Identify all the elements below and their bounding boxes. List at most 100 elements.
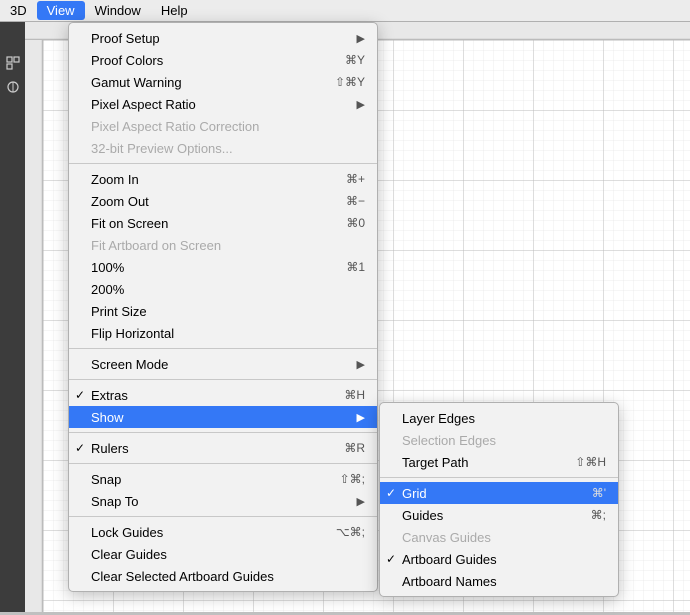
fit-artboard-label: Fit Artboard on Screen [91, 238, 221, 253]
menu-item-gamut-warning[interactable]: Gamut Warning ⇧⌘Y [69, 71, 377, 93]
proof-colors-shortcut: ⌘Y [345, 53, 365, 67]
200pct-label: 200% [91, 282, 124, 297]
menu-item-100pct[interactable]: 100% ⌘1 [69, 256, 377, 278]
menu-item-extras[interactable]: ✓ Extras ⌘H [69, 384, 377, 406]
menu-item-screen-mode[interactable]: Screen Mode ▶ [69, 353, 377, 375]
menu-item-clear-selected-artboard-guides[interactable]: Clear Selected Artboard Guides [69, 565, 377, 587]
gamut-warning-shortcut: ⇧⌘Y [335, 75, 365, 89]
menu-item-flip-horizontal[interactable]: Flip Horizontal [69, 322, 377, 344]
menu-item-snap[interactable]: Snap ⇧⌘; [69, 468, 377, 490]
menu-item-proof-colors[interactable]: Proof Colors ⌘Y [69, 49, 377, 71]
submenu-item-guides[interactable]: Guides ⌘; [380, 504, 618, 526]
menu-item-200pct[interactable]: 200% [69, 278, 377, 300]
rulers-shortcut: ⌘R [344, 441, 365, 455]
clear-selected-label: Clear Selected Artboard Guides [91, 569, 274, 584]
toolbar-icon-2 [2, 76, 24, 98]
fit-on-screen-shortcut: ⌘0 [346, 216, 365, 230]
menu-item-show[interactable]: Show ▶ [69, 406, 377, 428]
menu-item-clear-guides[interactable]: Clear Guides [69, 543, 377, 565]
toolbar [0, 22, 25, 612]
menu-item-zoom-out[interactable]: Zoom Out ⌘− [69, 190, 377, 212]
submenu-item-artboard-guides[interactable]: ✓ Artboard Guides [380, 548, 618, 570]
screen-mode-label: Screen Mode [91, 357, 168, 372]
separator-4 [69, 432, 377, 433]
clear-guides-label: Clear Guides [91, 547, 167, 562]
snap-to-label: Snap To [91, 494, 138, 509]
gamut-warning-label: Gamut Warning [91, 75, 182, 90]
flip-horizontal-label: Flip Horizontal [91, 326, 174, 341]
separator-2 [69, 348, 377, 349]
menu-item-pixel-aspect-ratio[interactable]: Pixel Aspect Ratio ▶ [69, 93, 377, 115]
menu-item-snap-to[interactable]: Snap To ▶ [69, 490, 377, 512]
proof-setup-label: Proof Setup [91, 31, 160, 46]
proof-setup-arrow: ▶ [357, 32, 365, 45]
zoom-out-shortcut: ⌘− [346, 194, 365, 208]
fit-on-screen-label: Fit on Screen [91, 216, 168, 231]
menu-item-pixel-aspect-correction: Pixel Aspect Ratio Correction [69, 115, 377, 137]
selection-edges-label: Selection Edges [402, 433, 496, 448]
submenu-item-grid[interactable]: ✓ Grid ⌘' [380, 482, 618, 504]
menubar-item-window[interactable]: Window [85, 1, 151, 20]
guides-shortcut: ⌘; [591, 508, 606, 522]
menu-item-proof-setup[interactable]: Proof Setup ▶ [69, 27, 377, 49]
menu-item-print-size[interactable]: Print Size [69, 300, 377, 322]
menu-item-zoom-in[interactable]: Zoom In ⌘+ [69, 168, 377, 190]
100pct-shortcut: ⌘1 [346, 260, 365, 274]
snap-label: Snap [91, 472, 121, 487]
screen-mode-arrow: ▶ [357, 358, 365, 371]
proof-colors-label: Proof Colors [91, 53, 163, 68]
submenu-item-artboard-names[interactable]: Artboard Names [380, 570, 618, 592]
pixel-aspect-correction-label: Pixel Aspect Ratio Correction [91, 119, 259, 134]
submenu-item-layer-edges[interactable]: Layer Edges [380, 407, 618, 429]
grid-shortcut: ⌘' [592, 486, 606, 500]
artboard-guides-label: Artboard Guides [402, 552, 497, 567]
submenu-item-target-path[interactable]: Target Path ⇧⌘H [380, 451, 618, 473]
grid-check: ✓ [386, 486, 396, 500]
layer-edges-label: Layer Edges [402, 411, 475, 426]
snap-to-arrow: ▶ [357, 495, 365, 508]
zoom-in-shortcut: ⌘+ [346, 172, 365, 186]
menubar-item-view[interactable]: View [37, 1, 85, 20]
extras-shortcut: ⌘H [344, 388, 365, 402]
menubar-item-help[interactable]: Help [151, 1, 198, 20]
zoom-out-label: Zoom Out [91, 194, 149, 209]
submenu-item-selection-edges: Selection Edges [380, 429, 618, 451]
separator-1 [69, 163, 377, 164]
separator-5 [69, 463, 377, 464]
menubar-item-3d[interactable]: 3D [0, 1, 37, 20]
guides-label: Guides [402, 508, 443, 523]
pixel-aspect-ratio-label: Pixel Aspect Ratio [91, 97, 196, 112]
rulers-label: Rulers [91, 441, 129, 456]
canvas-guides-label: Canvas Guides [402, 530, 491, 545]
pixel-aspect-ratio-arrow: ▶ [357, 98, 365, 111]
artboard-names-label: Artboard Names [402, 574, 497, 589]
100pct-label: 100% [91, 260, 124, 275]
submenu-item-canvas-guides: Canvas Guides [380, 526, 618, 548]
print-size-label: Print Size [91, 304, 147, 319]
lock-guides-shortcut: ⌥⌘; [336, 525, 365, 539]
show-label: Show [91, 410, 124, 425]
show-arrow: ▶ [357, 411, 365, 424]
target-path-shortcut: ⇧⌘H [575, 455, 606, 469]
ruler-vertical [25, 40, 43, 612]
rulers-check: ✓ [75, 441, 85, 455]
artboard-guides-check: ✓ [386, 552, 396, 566]
separator-6 [69, 516, 377, 517]
menu-item-rulers[interactable]: ✓ Rulers ⌘R [69, 437, 377, 459]
submenu-separator-1 [380, 477, 618, 478]
32bit-label: 32-bit Preview Options... [91, 141, 233, 156]
extras-label: Extras [91, 388, 128, 403]
separator-3 [69, 379, 377, 380]
menu-item-fit-artboard: Fit Artboard on Screen [69, 234, 377, 256]
extras-check: ✓ [75, 388, 85, 402]
toolbar-icon-1 [2, 52, 24, 74]
menu-item-fit-on-screen[interactable]: Fit on Screen ⌘0 [69, 212, 377, 234]
menu-item-32bit-preview: 32-bit Preview Options... [69, 137, 377, 159]
snap-shortcut: ⇧⌘; [340, 472, 365, 486]
menubar: 3D View Window Help [0, 0, 690, 22]
grid-label: Grid [402, 486, 427, 501]
target-path-label: Target Path [402, 455, 469, 470]
show-submenu: Layer Edges Selection Edges Target Path … [379, 402, 619, 597]
menu-item-lock-guides[interactable]: Lock Guides ⌥⌘; [69, 521, 377, 543]
lock-guides-label: Lock Guides [91, 525, 163, 540]
